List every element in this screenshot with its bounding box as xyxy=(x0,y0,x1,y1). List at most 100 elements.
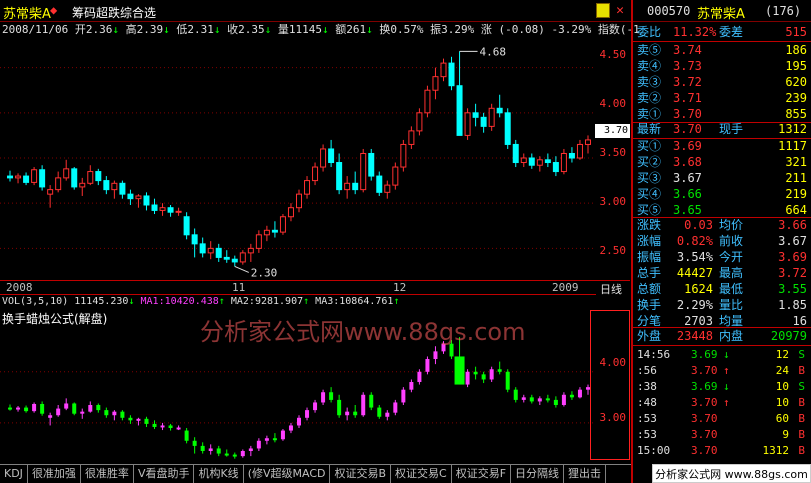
turnover-candle xyxy=(305,407,310,421)
tab-3[interactable]: V看盘助手 xyxy=(134,465,195,483)
ask-label: 卖① xyxy=(637,107,662,121)
candle xyxy=(199,237,206,258)
turnover-candle xyxy=(128,415,133,424)
tick-side: B xyxy=(798,428,805,441)
stat-value: 1624 xyxy=(684,282,713,296)
turnover-candle xyxy=(56,405,61,417)
stat-row: 振幅 3.54% 今开 3.69 xyxy=(635,249,811,265)
turnover-candle xyxy=(48,412,53,426)
ind-body xyxy=(200,445,205,452)
weibi-label: 委比 xyxy=(637,25,662,39)
tick-dir-icon: ↓ xyxy=(723,348,730,361)
outer-value: 23448 xyxy=(676,329,713,343)
turnover-candle xyxy=(481,371,486,384)
ind-body xyxy=(136,418,141,421)
turnover-candle xyxy=(136,417,141,426)
candle-body xyxy=(47,189,54,195)
bid-row-2: 买② 3.68 321 xyxy=(635,154,811,170)
ind-body xyxy=(321,392,326,403)
stat-label: 最高 xyxy=(719,266,744,280)
vol-ma3: MA3:10864.761 xyxy=(315,296,394,307)
ind-body xyxy=(88,405,93,412)
tab-9[interactable]: 日分隔线 xyxy=(511,465,565,483)
stat-value: 3.72 xyxy=(778,266,807,280)
candle xyxy=(440,58,447,82)
tab-2[interactable]: 很准胜率 xyxy=(81,465,134,483)
bid-vol: 321 xyxy=(785,155,807,169)
turnover-candle xyxy=(104,407,109,418)
tab-8[interactable]: 权证交易F xyxy=(452,465,512,483)
kline-chart[interactable]: 4.68 2.30 xyxy=(0,36,596,280)
tab-10[interactable]: 狸出击 xyxy=(564,465,607,483)
candle-body xyxy=(247,247,254,254)
candle-body xyxy=(71,168,78,188)
candle xyxy=(239,250,246,265)
info-amount: 额261 xyxy=(335,23,367,36)
candle-body xyxy=(296,193,302,209)
candle-body xyxy=(151,204,158,211)
candle xyxy=(584,135,591,154)
ind-body xyxy=(64,403,69,409)
candle-body xyxy=(392,166,399,186)
candle xyxy=(568,147,575,163)
stat-label: 最低 xyxy=(719,282,744,296)
candle-body xyxy=(55,177,62,191)
vol-ma2: MA2:9281.907 xyxy=(230,296,304,307)
turnover-candle xyxy=(224,449,229,457)
candle-body xyxy=(352,182,359,191)
candle xyxy=(151,198,158,215)
tab-6[interactable]: 权证交易B xyxy=(330,465,392,483)
ind-body xyxy=(32,403,37,412)
ask-row-4: 卖④ 3.73 195 xyxy=(635,58,811,74)
candle xyxy=(432,67,439,100)
stat-value: 44427 xyxy=(676,266,713,280)
turnover-candle xyxy=(505,369,510,393)
candle-body xyxy=(504,112,511,145)
ind-body xyxy=(288,425,293,431)
stat-label: 涨跌 xyxy=(637,218,662,232)
ind-body xyxy=(208,448,213,452)
candle xyxy=(15,173,22,184)
quote-panel: 000570 苏常柴A (176) 委比 11.32% 委差 515 卖⑤ 3.74 186… xyxy=(631,0,811,483)
ind-body xyxy=(224,453,229,456)
ind-body xyxy=(425,359,430,372)
tab-4[interactable]: 机构K线 xyxy=(194,465,244,483)
turnover-candle xyxy=(216,445,221,457)
period-label[interactable]: 日线 xyxy=(600,281,622,297)
turnover-candle xyxy=(24,405,29,413)
ask-price: 3.70 xyxy=(673,107,702,121)
ask-row-3: 卖③ 3.72 620 xyxy=(635,74,811,90)
price-tick: 4.50 xyxy=(599,48,627,61)
candle xyxy=(496,94,503,118)
turnover-candle xyxy=(401,387,406,406)
stat-label: 振幅 xyxy=(637,250,662,264)
candle-body xyxy=(103,180,110,191)
lock-icon[interactable] xyxy=(596,3,610,18)
bid-vol: 211 xyxy=(785,171,807,185)
candle xyxy=(376,171,383,196)
stock-title[interactable]: 苏常柴A xyxy=(3,3,51,22)
turnover-candle xyxy=(64,398,69,411)
candle-body xyxy=(488,107,495,127)
ask-label: 卖⑤ xyxy=(637,43,662,57)
stat-value: 0.82% xyxy=(676,234,713,248)
candle-body xyxy=(536,159,543,166)
indicator-label: 换手蜡烛公式(解盘) xyxy=(2,312,108,326)
candle-body xyxy=(87,171,94,184)
ind-body xyxy=(240,451,245,457)
tab-0[interactable]: KDJ xyxy=(0,465,28,483)
info-turnover: 换0.57% xyxy=(379,23,424,36)
tab-5[interactable]: (修V超级MACD xyxy=(244,465,331,483)
candle-body xyxy=(255,234,262,249)
ind-body xyxy=(505,371,510,390)
ind-body xyxy=(433,351,438,360)
formula-name[interactable]: 筹码超跌综合选 xyxy=(72,4,156,21)
tab-7[interactable]: 权证交易C xyxy=(391,465,452,483)
turnover-candle xyxy=(168,423,173,431)
tab-1[interactable]: 很准加强 xyxy=(28,465,81,483)
ind-body xyxy=(104,410,109,416)
candle xyxy=(416,108,423,136)
close-icon[interactable]: ✕ xyxy=(613,3,627,18)
indicator-tabs: KDJ 很准加强 很准胜率 V看盘助手 机构K线 (修V超级MACD 权证交易B 权证交易C 权… xyxy=(0,464,631,483)
turnover-candle xyxy=(321,389,326,406)
